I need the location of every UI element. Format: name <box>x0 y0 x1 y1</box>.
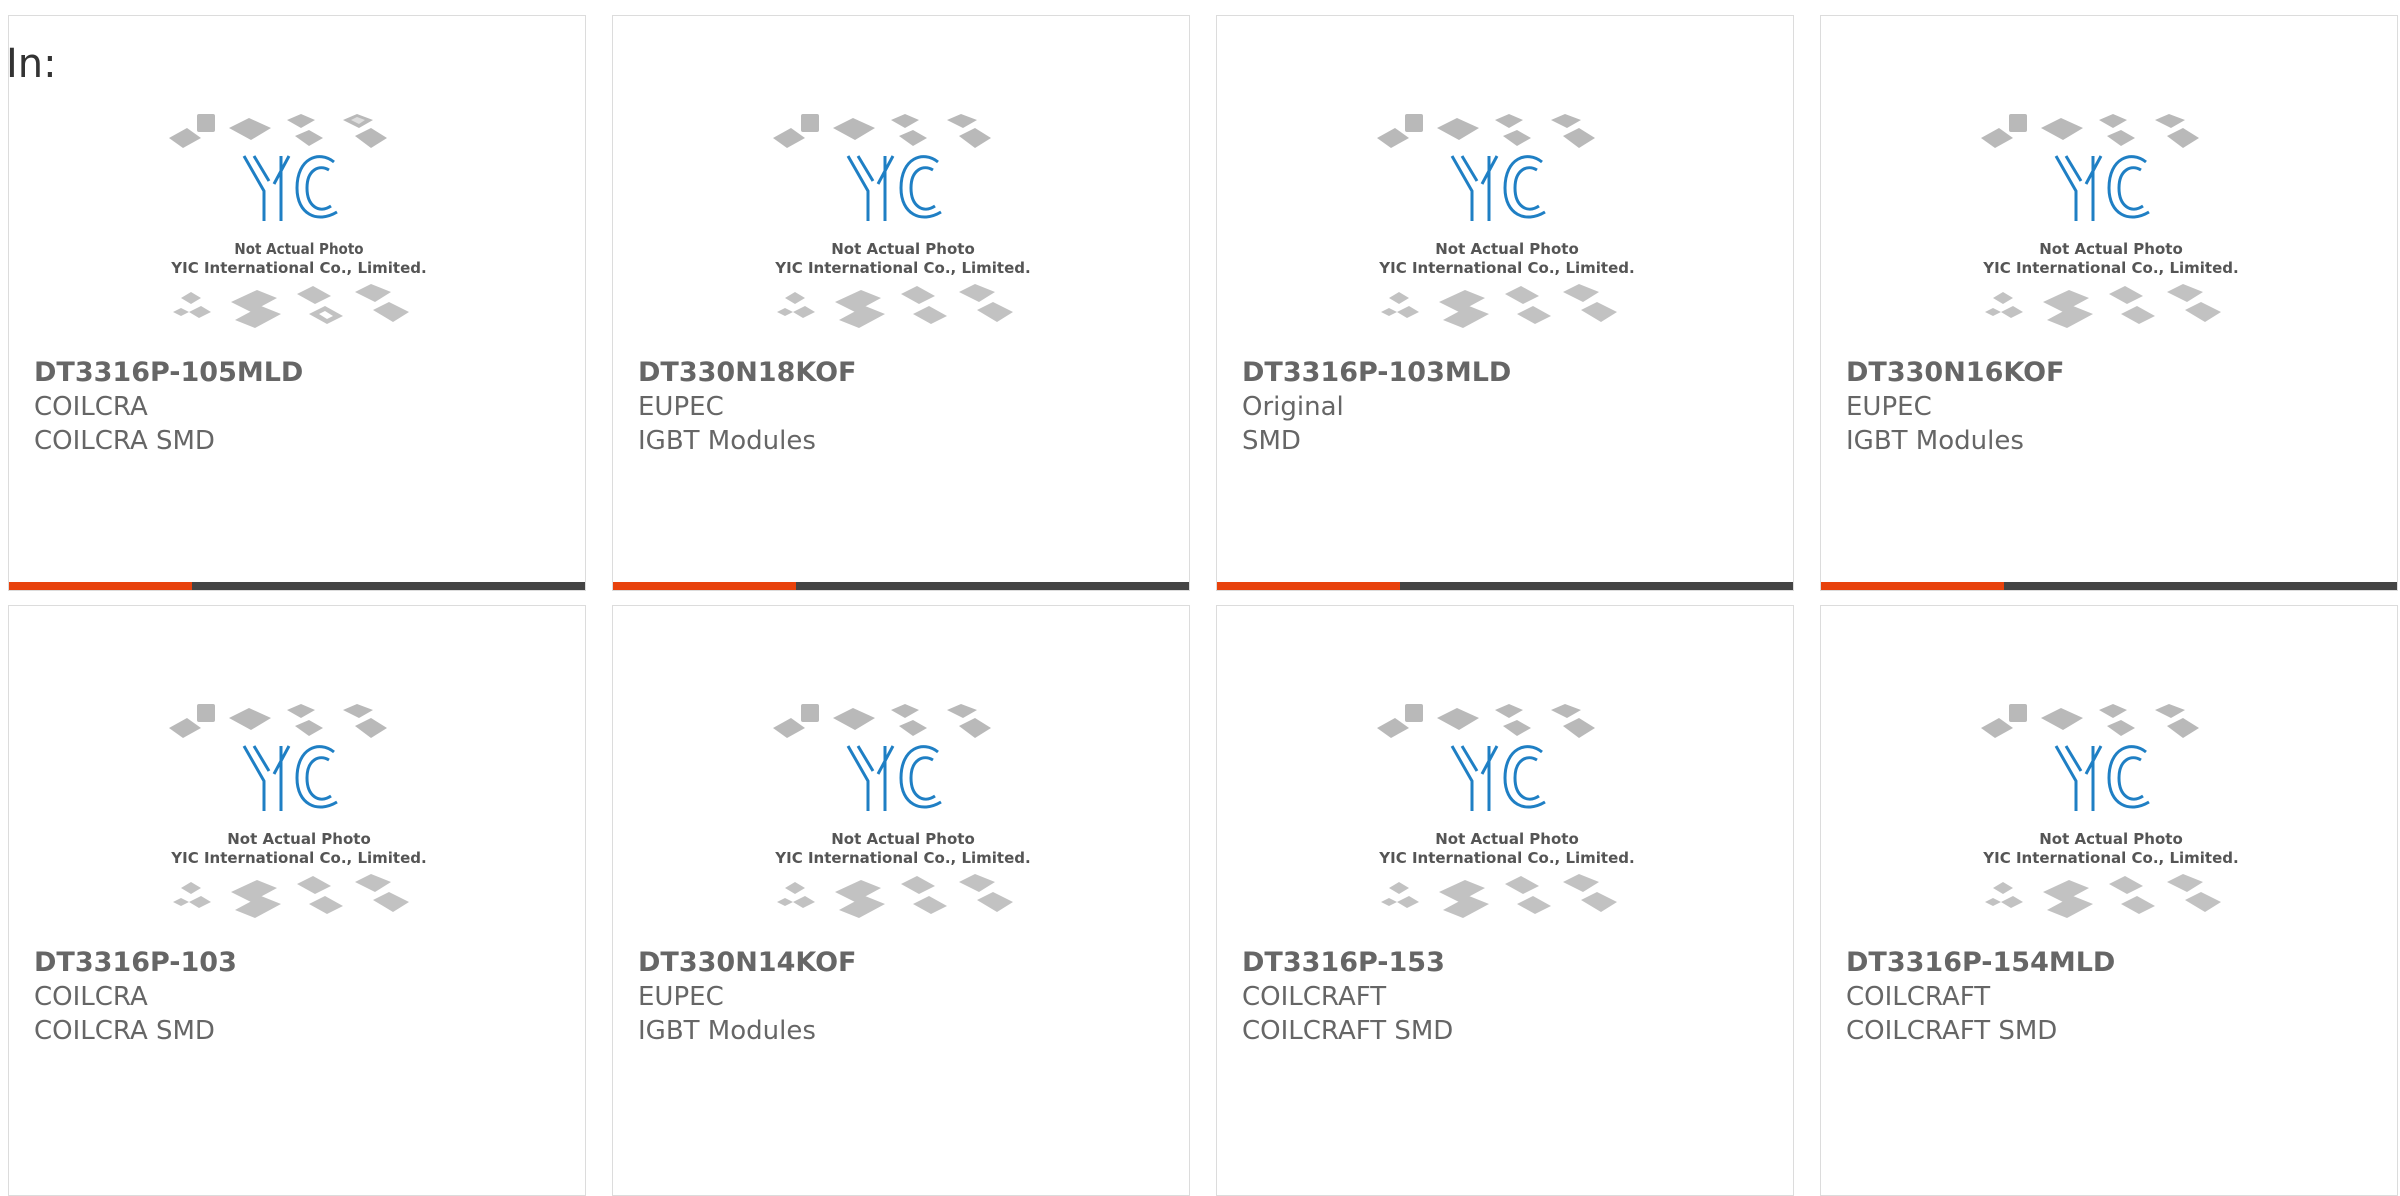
placeholder-caption-2: YIC International Co., Limited. <box>1982 849 2238 867</box>
category: SMD <box>1242 426 1301 456</box>
product-grid: Not Actual Photo YIC International Co., … <box>8 15 2398 1196</box>
manufacturer: COILCRAFT <box>1846 982 1991 1012</box>
manufacturer: COILCRAFT <box>1242 982 1387 1012</box>
category: COILCRAFT SMD <box>1242 1016 1454 1046</box>
part-number[interactable]: DT3316P-103 <box>34 946 565 980</box>
category: COILCRAFT SMD <box>1846 1016 2058 1046</box>
card-bar-accent <box>613 582 796 590</box>
placeholder-caption-2: YIC International Co., Limited. <box>170 849 426 867</box>
placeholder-caption-2: YIC International Co., Limited. <box>774 849 1030 867</box>
placeholder-image: Not Actual Photo YIC International Co., … <box>1971 696 2251 946</box>
manufacturer: COILCRA <box>34 982 148 1012</box>
part-number[interactable]: DT3316P-105MLD <box>34 356 565 390</box>
manufacturer: EUPEC <box>1846 392 1932 422</box>
placeholder-caption-1: Not Actual Photo <box>2039 240 2183 258</box>
placeholder-caption-2: YIC International Co., Limited. <box>170 259 426 277</box>
part-number[interactable]: DT3316P-103MLD <box>1242 356 1773 390</box>
card-bar-accent <box>1217 582 1400 590</box>
product-card[interactable]: Not Actual Photo YIC International Co., … <box>1216 605 1794 1196</box>
placeholder-caption-2: YIC International Co., Limited. <box>1378 259 1634 277</box>
placeholder-caption-2: YIC International Co., Limited. <box>774 259 1030 277</box>
placeholder-caption-1: Not Actual Photo <box>227 830 371 848</box>
manufacturer: Original <box>1242 392 1344 422</box>
part-number[interactable]: DT330N18KOF <box>638 356 1169 390</box>
placeholder-image: Not Actual Photo YIC International Co., … <box>1367 696 1647 946</box>
placeholder-caption-2: YIC International Co., Limited. <box>1982 259 2238 277</box>
placeholder-caption-1: Not Actual Photo <box>2039 830 2183 848</box>
category: IGBT Modules <box>638 1016 816 1046</box>
product-card[interactable]: Not Actual Photo YIC International Co., … <box>8 15 586 591</box>
product-card[interactable]: Not Actual Photo YIC International Co., … <box>1820 15 2398 591</box>
placeholder-image: Not Actual Photo YIC International Co., … <box>763 696 1043 946</box>
category: IGBT Modules <box>1846 426 2024 456</box>
placeholder-caption-2: YIC International Co., Limited. <box>1378 849 1634 867</box>
product-card[interactable]: Not Actual Photo YIC International Co., … <box>1820 605 2398 1196</box>
card-bar-accent <box>9 582 192 590</box>
category: COILCRA SMD <box>34 1016 215 1046</box>
placeholder-caption-1: Not Actual Photo <box>831 830 975 848</box>
placeholder-image: Not Actual Photo YIC International Co., … <box>763 106 1043 356</box>
placeholder-image: Not Actual Photo YIC International Co., … <box>1367 106 1647 356</box>
card-bar <box>613 582 1189 590</box>
part-number[interactable]: DT3316P-154MLD <box>1846 946 2377 980</box>
card-bar <box>1821 582 2397 590</box>
placeholder-caption-1: Not Actual Photo <box>234 240 363 258</box>
product-card[interactable]: Not Actual Photo YIC International Co., … <box>8 605 586 1196</box>
manufacturer: EUPEC <box>638 982 724 1012</box>
placeholder-caption-1: Not Actual Photo <box>831 240 975 258</box>
part-number[interactable]: DT330N16KOF <box>1846 356 2377 390</box>
in-label: In: <box>6 41 57 87</box>
manufacturer: COILCRA <box>34 392 148 422</box>
placeholder-image: Not Actual Photo YIC International Co., … <box>1971 106 2251 356</box>
category: COILCRA SMD <box>34 426 215 456</box>
product-card[interactable]: Not Actual Photo YIC International Co., … <box>612 15 1190 591</box>
card-bar <box>9 582 585 590</box>
manufacturer: EUPEC <box>638 392 724 422</box>
card-bar <box>1217 582 1793 590</box>
category: IGBT Modules <box>638 426 816 456</box>
product-card[interactable]: Not Actual Photo YIC International Co., … <box>1216 15 1794 591</box>
placeholder-caption-1: Not Actual Photo <box>1435 830 1579 848</box>
placeholder-image: Not Actual Photo YIC International Co., … <box>159 106 439 356</box>
product-card[interactable]: Not Actual Photo YIC International Co., … <box>612 605 1190 1196</box>
part-number[interactable]: DT3316P-153 <box>1242 946 1773 980</box>
placeholder-caption-1: Not Actual Photo <box>1435 240 1579 258</box>
card-bar-accent <box>1821 582 2004 590</box>
placeholder-image: Not Actual Photo YIC International Co., … <box>159 696 439 946</box>
part-number[interactable]: DT330N14KOF <box>638 946 1169 980</box>
